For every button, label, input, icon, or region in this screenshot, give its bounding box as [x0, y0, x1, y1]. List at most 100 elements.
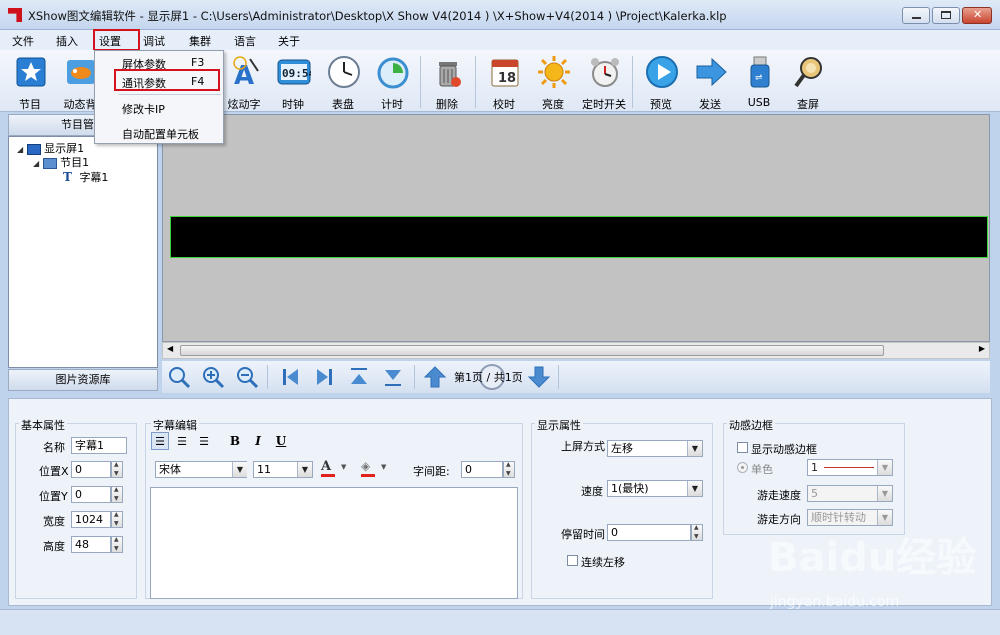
menu-about[interactable]: 关于: [278, 33, 300, 49]
stay-time-field[interactable]: 0: [607, 524, 691, 541]
stay-time-spinner[interactable]: [691, 524, 703, 541]
align-left-button[interactable]: ☰: [151, 432, 169, 450]
program-button[interactable]: 节目: [4, 52, 56, 111]
chevron-down-icon[interactable]: ▼: [877, 510, 892, 525]
single-color-radio[interactable]: [737, 462, 748, 473]
send-label: 发送: [699, 98, 721, 111]
tree-node-program[interactable]: ◢ 节目1: [33, 154, 89, 170]
speed-label: 速度: [581, 485, 603, 498]
chevron-down-icon[interactable]: ▼: [877, 460, 892, 475]
char-spacing-field[interactable]: 0: [461, 461, 503, 478]
calendar-button[interactable]: 18 校时: [478, 52, 530, 111]
position-x-spinner[interactable]: [111, 461, 123, 478]
chevron-down-icon: ▼: [341, 463, 347, 471]
bold-button[interactable]: B: [226, 432, 244, 450]
timer-icon: [377, 57, 409, 89]
menu-language[interactable]: 语言: [234, 33, 256, 49]
scroll-right-icon[interactable]: ▶: [979, 344, 985, 353]
text-color-icon: A: [321, 459, 332, 474]
program-button-label: 节目: [19, 98, 41, 111]
background-color-button[interactable]: ◈ ▼: [361, 459, 391, 479]
chevron-down-icon: ▼: [381, 463, 387, 471]
text-color-button[interactable]: A ▼: [321, 459, 351, 479]
scroll-left-icon[interactable]: ◀: [167, 344, 173, 353]
brightness-button[interactable]: 亮度: [527, 52, 579, 111]
brightness-label: 亮度: [542, 98, 564, 111]
text-color-swatch: [321, 474, 335, 477]
toolbar-separator: [475, 56, 476, 108]
animated-text-button[interactable]: A 炫动字: [218, 52, 270, 111]
menu-cluster[interactable]: 集群: [189, 33, 211, 49]
chevron-down-icon[interactable]: ▼: [297, 462, 312, 477]
width-spinner[interactable]: [111, 511, 123, 528]
char-spacing-spinner[interactable]: [503, 461, 515, 478]
send-button[interactable]: 发送: [684, 52, 736, 111]
menu-item-modify-card-ip[interactable]: 修改卡IP: [95, 97, 223, 117]
height-field[interactable]: 48: [71, 536, 111, 553]
position-y-field[interactable]: 0: [71, 486, 111, 503]
collapse-icon: ◢: [33, 159, 40, 168]
menu-file[interactable]: 文件: [12, 33, 34, 49]
close-button[interactable]: ✕: [962, 7, 992, 24]
chevron-down-icon[interactable]: ▼: [232, 462, 247, 477]
film-icon: [42, 157, 57, 169]
menu-debug[interactable]: 调试: [143, 33, 165, 49]
calendar-label: 校时: [493, 98, 515, 111]
chevron-down-icon[interactable]: ▼: [877, 486, 892, 501]
next-page-icon[interactable]: [526, 364, 552, 390]
background-color-swatch: [361, 474, 375, 477]
align-right-button[interactable]: ☰: [195, 432, 213, 450]
maximize-button[interactable]: [932, 7, 960, 24]
delete-button[interactable]: 删除: [421, 52, 473, 111]
italic-button[interactable]: I: [249, 432, 267, 450]
digital-clock-button[interactable]: 09:54 时钟: [267, 52, 319, 111]
send-arrow-icon: [696, 57, 727, 87]
preview-button[interactable]: 预览: [635, 52, 687, 111]
continuous-left-label: 连续左移: [581, 556, 625, 569]
height-spinner[interactable]: [111, 536, 123, 553]
first-page-icon[interactable]: [278, 364, 304, 390]
text-t-icon: T: [63, 170, 72, 184]
led-display-area[interactable]: [170, 216, 988, 258]
comm-params-highlight-box: [114, 69, 220, 91]
tab-image-library[interactable]: 图片资源库: [8, 369, 158, 391]
position-x-field[interactable]: 0: [71, 461, 111, 478]
menu-insert[interactable]: 插入: [56, 33, 78, 49]
subtitle-text-area[interactable]: [150, 487, 518, 599]
magnifier-icon: [794, 57, 822, 88]
menu-item-auto-config-board[interactable]: 自动配置单元板: [95, 122, 223, 142]
zoom-out-icon[interactable]: [234, 364, 260, 390]
timed-switch-button[interactable]: 定时开关: [578, 52, 630, 111]
digital-clock-icon: 09:54: [277, 59, 311, 85]
chevron-down-icon[interactable]: ▼: [687, 441, 702, 456]
border-style-value: 1: [811, 461, 818, 474]
continuous-left-checkbox[interactable]: [567, 555, 578, 566]
width-field[interactable]: 1024: [71, 511, 111, 528]
underline-button[interactable]: U: [272, 432, 290, 450]
show-dynamic-border-checkbox[interactable]: [737, 442, 748, 453]
toolbar-separator: [414, 365, 415, 389]
align-right-icon: ☰: [199, 435, 209, 448]
timer-button[interactable]: 计时: [366, 52, 418, 111]
chevron-down-icon[interactable]: ▼: [687, 481, 702, 496]
zoom-in-icon[interactable]: [200, 364, 226, 390]
usb-button[interactable]: ⇌ USB: [733, 52, 785, 110]
move-top-icon[interactable]: [346, 364, 372, 390]
fit-view-icon[interactable]: [166, 364, 192, 390]
tree-node-subtitle[interactable]: T 字幕1: [63, 169, 108, 185]
name-label: 名称: [43, 441, 65, 454]
entry-mode-value: 左移: [611, 442, 633, 455]
last-page-icon[interactable]: [311, 364, 337, 390]
collapse-icon: ◢: [17, 145, 24, 154]
align-center-button[interactable]: ☰: [173, 432, 191, 450]
auto-config-board-label: 自动配置单元板: [122, 128, 199, 141]
check-screen-button[interactable]: 查屏: [782, 52, 834, 111]
position-y-spinner[interactable]: [111, 486, 123, 503]
scrollbar-thumb[interactable]: [180, 345, 884, 356]
move-bottom-icon[interactable]: [380, 364, 406, 390]
previous-page-icon[interactable]: [422, 364, 448, 390]
name-field[interactable]: 字幕1: [71, 437, 127, 454]
analog-clock-label: 表盘: [332, 98, 354, 111]
minimize-button[interactable]: [902, 7, 930, 24]
analog-clock-button[interactable]: 表盘: [317, 52, 369, 111]
